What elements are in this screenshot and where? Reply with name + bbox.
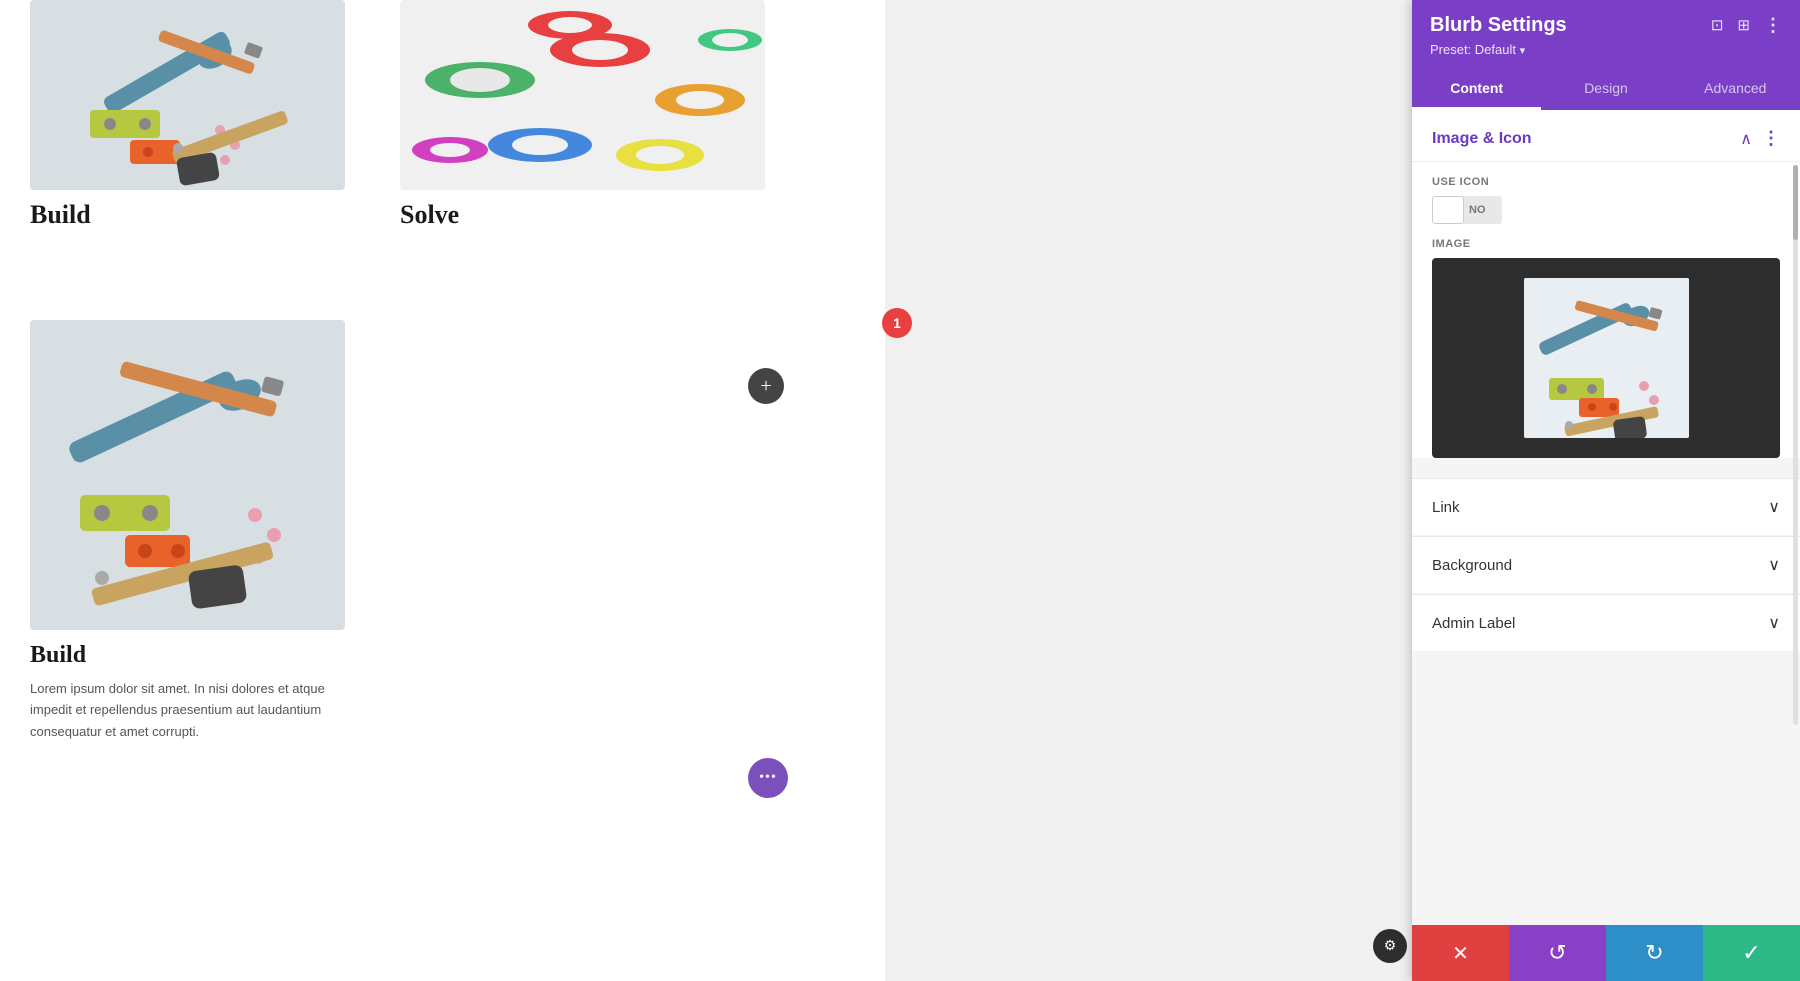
solve-image [400, 0, 765, 190]
build-top-image [30, 0, 345, 190]
use-icon-label: Use Icon [1432, 176, 1780, 188]
more-options-icon[interactable]: ⋮ [1764, 15, 1782, 36]
panel-title: Blurb Settings [1430, 14, 1567, 37]
accessibility-button[interactable]: ⚙ [1373, 929, 1407, 963]
tab-advanced[interactable]: Advanced [1671, 69, 1800, 110]
panel-action-bar: ✕ ↺ ↻ ✓ [1412, 925, 1800, 981]
settings-panel: Blurb Settings ⊡ ⊞ ⋮ Preset: Default ▾ C… [1412, 0, 1800, 981]
panel-header: Blurb Settings ⊡ ⊞ ⋮ Preset: Default ▾ C… [1412, 0, 1800, 110]
link-chevron-icon: ∨ [1768, 497, 1780, 517]
link-section-header[interactable]: Link ∨ [1412, 479, 1800, 535]
section-more-icon[interactable]: ⋮ [1762, 128, 1780, 149]
image-icon-section-header: Image & Icon ∧ ⋮ [1412, 110, 1800, 162]
tab-content[interactable]: Content [1412, 69, 1541, 110]
link-section-title: Link [1432, 499, 1460, 516]
background-section-header[interactable]: Background ∨ [1412, 537, 1800, 593]
toggle-knob [1432, 196, 1464, 224]
dots-icon: ••• [759, 770, 777, 786]
panel-tabs: Content Design Advanced [1412, 69, 1800, 110]
admin-label-section-header[interactable]: Admin Label ∨ [1412, 595, 1800, 651]
admin-label-chevron-icon: ∨ [1768, 613, 1780, 633]
link-section: Link ∨ [1412, 478, 1800, 535]
preset-arrow: ▾ [1520, 45, 1526, 57]
tools-svg-top [30, 0, 345, 190]
responsive-icon[interactable]: ⊡ [1711, 16, 1724, 35]
columns-icon[interactable]: ⊞ [1737, 16, 1750, 35]
panel-scrollbar-track [1793, 165, 1798, 725]
notification-badge: 1 [882, 308, 912, 338]
toggle-label: NO [1464, 204, 1491, 216]
add-module-button[interactable]: + [748, 368, 784, 404]
tools-svg-bottom [30, 320, 345, 630]
undo-button[interactable]: ↺ [1509, 925, 1606, 981]
use-icon-toggle[interactable]: NO [1432, 196, 1502, 224]
admin-label-section: Admin Label ∨ [1412, 594, 1800, 651]
build-bottom-image [30, 320, 345, 630]
collapse-icon[interactable]: ∧ [1740, 129, 1752, 149]
redo-button[interactable]: ↻ [1606, 925, 1703, 981]
image-preview-container[interactable] [1432, 258, 1780, 458]
image-icon-section: Image & Icon ∧ ⋮ Use Icon NO Image [1412, 110, 1800, 458]
build-top-title: Build [30, 200, 91, 230]
use-icon-row: Use Icon NO [1412, 162, 1800, 234]
tab-design[interactable]: Design [1541, 69, 1670, 110]
image-thumbnail [1524, 278, 1689, 438]
background-chevron-icon: ∨ [1768, 555, 1780, 575]
image-field-label: Image [1412, 234, 1800, 258]
cancel-button[interactable]: ✕ [1412, 925, 1509, 981]
solve-top-title: Solve [400, 200, 459, 230]
panel-scrollbar-thumb[interactable] [1793, 165, 1798, 240]
confirm-button[interactable]: ✓ [1703, 925, 1800, 981]
build-bottom-title: Build [30, 642, 86, 669]
admin-label-section-title: Admin Label [1432, 615, 1515, 632]
background-section-title: Background [1432, 557, 1512, 574]
panel-body: Image & Icon ∧ ⋮ Use Icon NO Image [1412, 110, 1800, 925]
background-section: Background ∨ [1412, 536, 1800, 593]
preset-label[interactable]: Preset: Default ▾ [1430, 42, 1525, 57]
build-bottom-text: Lorem ipsum dolor sit amet. In nisi dolo… [30, 678, 345, 742]
rings-svg [400, 0, 765, 190]
image-icon-title: Image & Icon [1432, 130, 1532, 148]
plus-icon: + [760, 375, 771, 398]
module-options-button[interactable]: ••• [748, 758, 788, 798]
accessibility-icon: ⚙ [1384, 938, 1397, 955]
